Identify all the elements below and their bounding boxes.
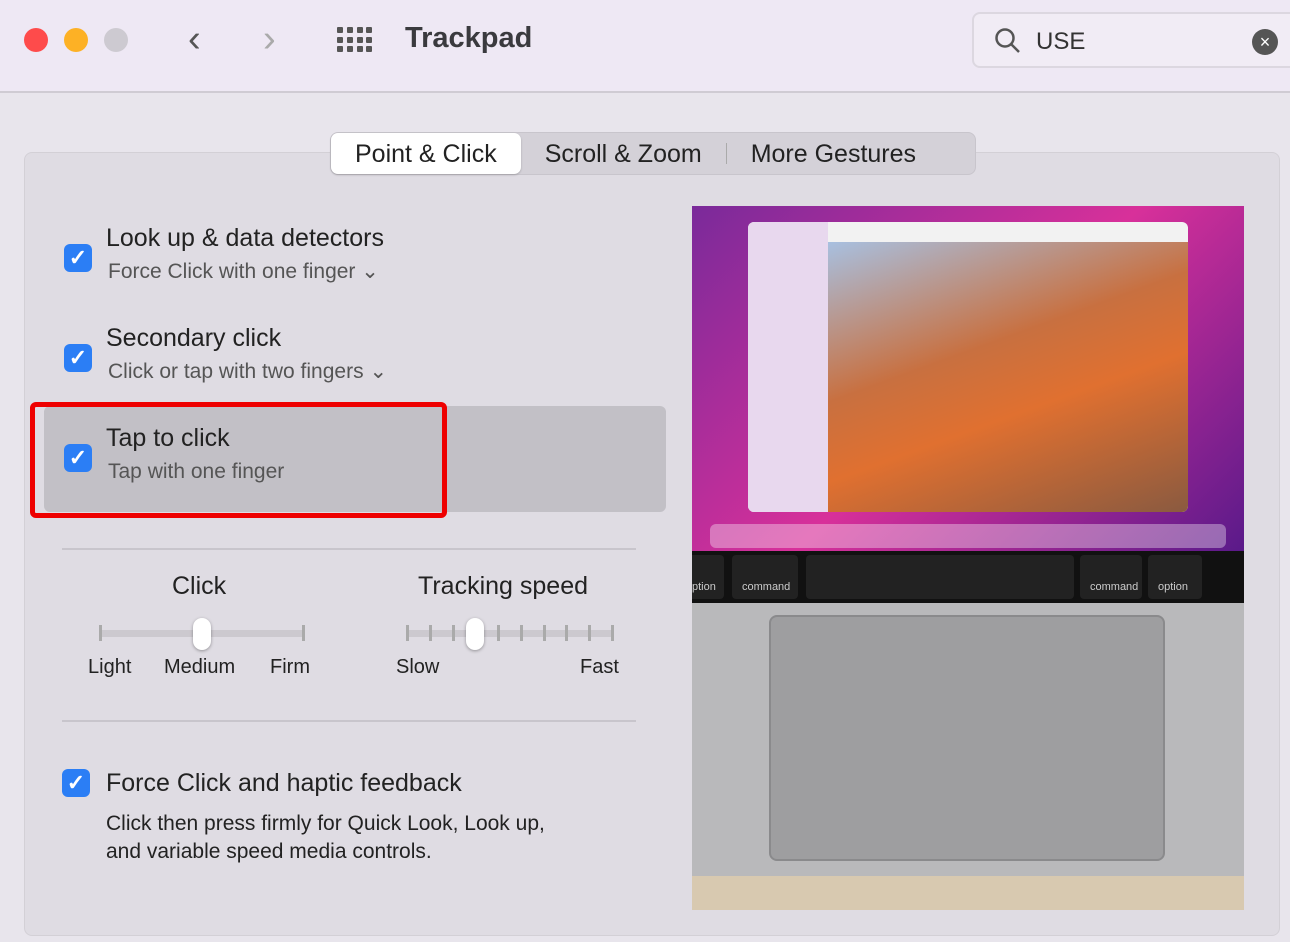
search-icon — [995, 28, 1020, 53]
tap-to-click-sub: Tap with one finger — [108, 460, 285, 483]
key-command: command — [1080, 555, 1142, 599]
chevron-down-icon: ⌄ — [361, 260, 379, 283]
click-slider-title: Click — [172, 572, 227, 600]
look-up-value: Force Click with one finger — [108, 260, 356, 283]
tracking-speed-slider[interactable] — [406, 618, 614, 650]
secondary-click-dropdown[interactable]: Click or tap with two fingers ⌄ — [108, 359, 387, 384]
tracking-tick — [565, 625, 569, 641]
look-up-label: Look up & data detectors — [106, 224, 384, 252]
search-field[interactable]: USE × — [972, 12, 1290, 68]
tab-more-gestures[interactable]: More Gestures — [727, 133, 940, 174]
minimize-window-button[interactable] — [64, 28, 88, 52]
preview-photo — [828, 242, 1188, 512]
preview-trackpad — [769, 615, 1165, 861]
preview-dock — [710, 524, 1226, 548]
chevron-down-icon: ⌄ — [369, 360, 388, 383]
tracking-tick — [611, 625, 614, 641]
tracking-tick — [588, 625, 592, 641]
tab-point-click[interactable]: Point & Click — [331, 133, 521, 174]
force-click-label: Force Click and haptic feedback — [106, 769, 462, 797]
click-firm-label: Firm — [270, 656, 310, 678]
tracking-slow-label: Slow — [396, 656, 440, 678]
look-up-checkbox[interactable]: ✓ — [64, 244, 92, 272]
gesture-preview-image: ption command command option — [692, 206, 1244, 910]
tracking-slider-title: Tracking speed — [418, 572, 588, 600]
zoom-window-button[interactable] — [104, 28, 128, 52]
secondary-click-label: Secondary click — [106, 324, 282, 352]
tracking-tick — [497, 625, 501, 641]
tracking-tick — [428, 625, 432, 641]
secondary-click-checkbox[interactable]: ✓ — [64, 344, 92, 372]
preview-screen — [692, 206, 1244, 551]
divider — [62, 548, 636, 550]
tab-scroll-zoom[interactable]: Scroll & Zoom — [521, 133, 726, 174]
preview-keyboard: ption command command option — [692, 551, 1244, 603]
tap-to-click-label: Tap to click — [106, 424, 230, 452]
close-window-button[interactable] — [24, 28, 48, 52]
clear-search-icon[interactable]: × — [1252, 29, 1278, 55]
tracking-slider-thumb[interactable] — [466, 618, 485, 650]
key-option: option — [1148, 555, 1202, 599]
tracking-fast-label: Fast — [580, 656, 619, 678]
back-icon[interactable]: ‹ — [188, 18, 201, 61]
click-medium-label: Medium — [164, 656, 236, 678]
key-option: ption — [692, 555, 724, 599]
divider — [62, 720, 636, 722]
force-click-desc-1: Click then press firmly for Quick Look, … — [106, 812, 545, 835]
search-input[interactable]: USE — [1036, 28, 1085, 56]
key-space — [806, 555, 1074, 599]
click-slider-thumb[interactable] — [193, 618, 211, 650]
force-click-checkbox[interactable]: ✓ — [62, 769, 90, 797]
tracking-tick — [451, 625, 455, 641]
preview-desk — [692, 876, 1244, 910]
key-command: command — [732, 555, 798, 599]
forward-icon[interactable]: › — [263, 18, 276, 61]
force-click-desc-2: and variable speed media controls. — [106, 840, 432, 863]
tap-to-click-checkbox[interactable]: ✓ — [64, 444, 92, 472]
tracking-tick — [406, 625, 409, 641]
title-bar: ‹ › Trackpad USE × — [0, 0, 1290, 93]
secondary-click-value: Click or tap with two fingers — [108, 360, 364, 383]
window-title: Trackpad — [405, 22, 533, 54]
preview-window — [748, 222, 1188, 512]
tracking-tick — [519, 625, 523, 641]
click-slider[interactable] — [99, 618, 305, 650]
click-light-label: Light — [88, 656, 132, 678]
tracking-tick — [542, 625, 546, 641]
tab-bar: Point & Click Scroll & Zoom More Gesture… — [330, 132, 976, 175]
look-up-dropdown[interactable]: Force Click with one finger ⌄ — [108, 259, 379, 284]
show-all-grid-icon[interactable] — [337, 27, 373, 53]
